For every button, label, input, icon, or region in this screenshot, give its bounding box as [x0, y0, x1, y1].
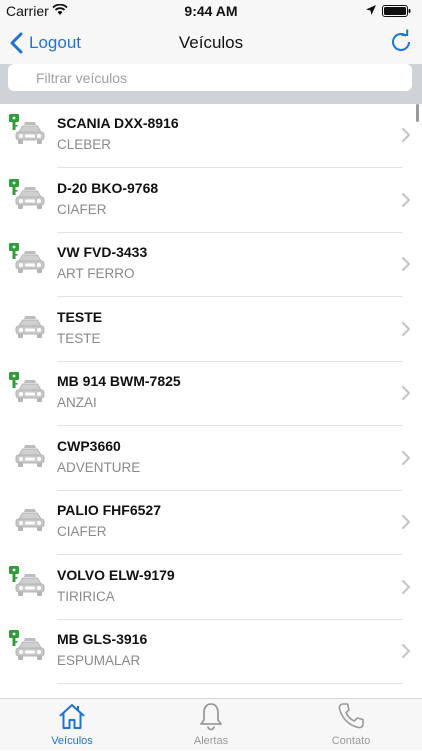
- key-icon: [9, 630, 19, 646]
- status-bar: Carrier 9:44 AM: [0, 0, 422, 22]
- vehicle-owner: CIAFER: [57, 524, 107, 539]
- chevron-right-icon: [402, 580, 410, 594]
- location-arrow-icon: [366, 5, 376, 15]
- vehicle-owner: TESTE: [57, 331, 101, 346]
- chevron-right-icon: [402, 128, 410, 142]
- battery-icon: [382, 5, 411, 17]
- vehicle-owner: ADVENTURE: [57, 460, 141, 475]
- tab-alertas[interactable]: Alertas: [141, 699, 281, 751]
- row-divider: [57, 361, 402, 362]
- vehicle-row[interactable]: TESTE TESTE: [0, 298, 422, 362]
- vehicle-name: CWP3660: [57, 438, 121, 454]
- row-divider: [57, 554, 402, 555]
- key-icon: [9, 566, 19, 582]
- vehicle-row[interactable]: VOLVO ELW-9179 TIRIRICA: [0, 556, 422, 620]
- car-icon: [15, 509, 45, 531]
- key-icon: [9, 243, 19, 259]
- vehicle-list: DEH-5054 MB GLS-3916 ESPUMALAR VOLVO ELW-91…: [0, 104, 422, 698]
- home-icon: [59, 704, 85, 729]
- row-divider: [57, 232, 402, 233]
- row-divider: [57, 619, 402, 620]
- vehicle-owner: ANZAI: [57, 395, 97, 410]
- vehicle-owner: CIAFER: [57, 202, 107, 217]
- vehicle-name: PALIO FHF6527: [57, 502, 161, 518]
- phone-icon: [338, 703, 364, 729]
- vehicle-row[interactable]: VW FVD-3433 ART FERRO: [0, 233, 422, 297]
- refresh-icon[interactable]: [388, 29, 414, 55]
- vehicle-owner: TIRIRICA: [57, 589, 115, 604]
- vehicle-name: VW FVD-3433: [57, 244, 148, 260]
- row-divider: [57, 683, 402, 684]
- row-divider: [57, 296, 402, 297]
- vehicle-row[interactable]: DEH-5054: [0, 685, 422, 698]
- key-icon: [9, 372, 19, 388]
- chevron-right-icon: [402, 322, 410, 336]
- car-icon: [15, 316, 45, 338]
- vehicle-name: TESTE: [57, 309, 103, 325]
- tab-contato[interactable]: Contato: [281, 699, 421, 751]
- key-icon: [9, 179, 19, 195]
- tab-contato-label: Contato: [331, 735, 371, 747]
- vehicle-owner: CLEBER: [57, 137, 112, 152]
- vehicle-name: MB 914 BWM-7825: [57, 373, 181, 389]
- vehicle-row[interactable]: D-20 BKO-9768 CIAFER: [0, 169, 422, 233]
- tab-veiculos-label: Veículos: [51, 735, 93, 747]
- search-input[interactable]: [8, 64, 412, 91]
- vehicle-name: SCANIA DXX-8916: [57, 115, 179, 131]
- vehicle-name: D-20 BKO-9768: [57, 180, 159, 196]
- chevron-right-icon: [402, 257, 410, 271]
- chevron-right-icon: [402, 644, 410, 658]
- tab-bar: Veículos Alertas Contato: [0, 698, 422, 750]
- row-divider: [57, 167, 402, 168]
- vehicle-row[interactable]: PALIO FHF6527 CIAFER: [0, 491, 422, 555]
- search-bar: [0, 64, 422, 104]
- tab-alertas-label: Alertas: [193, 735, 229, 747]
- bell-icon: [200, 703, 222, 731]
- chevron-right-icon: [402, 193, 410, 207]
- chevron-right-icon: [402, 515, 410, 529]
- vehicle-row[interactable]: SCANIA DXX-8916 CLEBER: [0, 104, 422, 168]
- navigation-bar: Logout Veículos: [0, 22, 422, 64]
- vehicle-name: MB GLS-3916: [57, 631, 148, 647]
- scrollbar-thumb[interactable]: [416, 104, 419, 122]
- vehicle-row[interactable]: MB GLS-3916 ESPUMALAR: [0, 620, 422, 684]
- vehicle-owner: ESPUMALAR: [57, 653, 141, 668]
- vehicle-name: VOLVO ELW-9179: [57, 567, 175, 583]
- key-icon: [9, 114, 19, 130]
- vehicle-row[interactable]: CWP3660 ADVENTURE: [0, 427, 422, 491]
- tab-veiculos[interactable]: Veículos: [2, 699, 142, 751]
- vehicle-owner: ART FERRO: [57, 266, 135, 281]
- car-icon: [15, 445, 45, 467]
- chevron-right-icon: [402, 451, 410, 465]
- row-divider: [57, 425, 402, 426]
- clock: 9:44 AM: [184, 3, 238, 19]
- row-divider: [57, 490, 402, 491]
- page-title: Veículos: [178, 33, 244, 52]
- vehicle-row[interactable]: MB 914 BWM-7825 ANZAI: [0, 362, 422, 426]
- chevron-right-icon: [402, 386, 410, 400]
